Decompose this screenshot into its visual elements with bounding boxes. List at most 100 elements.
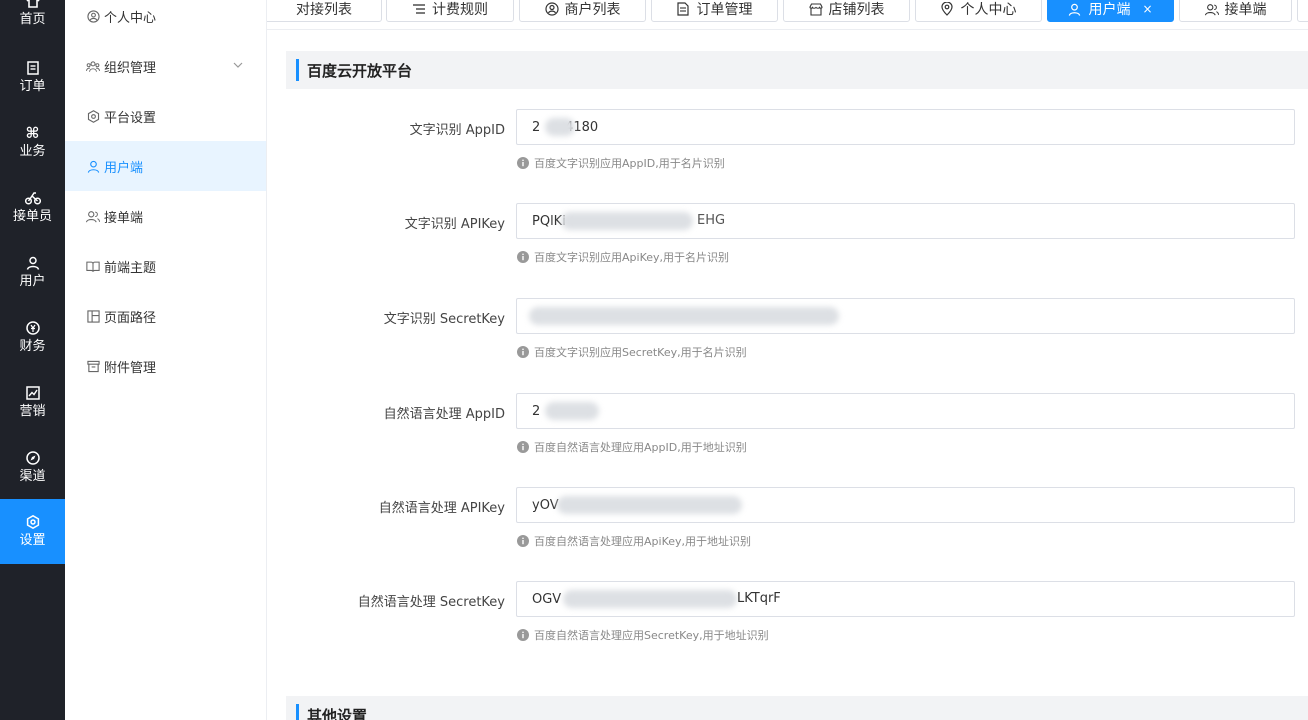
submenu-item-attachments[interactable]: 附件管理 xyxy=(65,341,266,391)
rail-item-finance[interactable]: 财务 xyxy=(0,305,65,370)
tab-integration-list[interactable]: 对接列表 xyxy=(267,0,382,22)
bike-icon xyxy=(24,190,41,206)
redaction-mask xyxy=(545,118,575,136)
field-label: 文字识别 AppID xyxy=(409,123,505,138)
user-circle-icon xyxy=(86,9,100,23)
rail-item-marketing[interactable]: 营销 xyxy=(0,370,65,435)
tab-label: 计费规则 xyxy=(432,2,488,18)
help-text: 百度自然语言处理应用SecretKey,用于地址识别 xyxy=(534,629,769,642)
field-help: 百度文字识别应用AppID,用于名片识别 xyxy=(517,155,725,171)
book-icon xyxy=(86,259,100,273)
home-icon xyxy=(25,0,41,9)
submenu-item-label: 附件管理 xyxy=(104,360,157,376)
finance-icon xyxy=(25,320,41,336)
redaction-mask xyxy=(545,402,599,420)
order-icon xyxy=(25,60,41,76)
rail-item-business[interactable]: ⌘ 业务 xyxy=(0,110,65,175)
rail-item-label: 渠道 xyxy=(19,469,46,484)
tab-billing-rules[interactable]: 计费规则 xyxy=(386,0,514,22)
info-icon xyxy=(517,535,529,547)
submenu-item-profile[interactable]: 个人中心 xyxy=(65,0,266,41)
tab-courier-client[interactable]: 接单端 xyxy=(1179,0,1292,22)
field-label: 自然语言处理 AppID xyxy=(383,407,505,422)
rail-item-label: 业务 xyxy=(19,144,46,159)
rail-item-settings[interactable]: 设置 xyxy=(0,499,65,564)
info-icon xyxy=(517,346,529,358)
tab-order-management[interactable]: 订单管理 xyxy=(651,0,778,22)
tab-overflow[interactable] xyxy=(1297,0,1308,22)
user-circle-icon xyxy=(544,2,559,16)
submenu-item-page-path[interactable]: 页面路径 xyxy=(65,291,266,341)
field-label: 文字识别 APIKey xyxy=(404,217,505,232)
tab-label: 商户列表 xyxy=(564,2,621,18)
info-icon xyxy=(517,251,529,263)
setting-hex-icon xyxy=(86,109,100,123)
submenu-item-platform-settings[interactable]: 平台设置 xyxy=(65,91,266,141)
field-label: 文字识别 SecretKey xyxy=(383,312,505,327)
tab-label: 接单端 xyxy=(1224,2,1267,18)
tab-bar: 对接列表 计费规则 商户列表 订单管理 店铺列表 个人中心 用户端 × 接单端 xyxy=(267,0,1308,30)
list-icon xyxy=(412,2,426,16)
user-icon xyxy=(1068,2,1082,16)
tab-user-client[interactable]: 用户端 × xyxy=(1047,0,1174,22)
close-icon[interactable]: × xyxy=(1142,2,1152,16)
chevron-down-icon[interactable] xyxy=(232,59,244,71)
primary-nav-rail: 首页 订单 ⌘ 业务 接单员 用户 财务 营销 渠道 设置 xyxy=(0,0,65,720)
tab-label: 订单管理 xyxy=(696,2,753,18)
rail-item-user[interactable]: 用户 xyxy=(0,240,65,305)
user-icon xyxy=(86,159,100,173)
secretkey-visible-suffix: LKTqrF xyxy=(737,591,781,606)
redaction-mask xyxy=(529,307,839,325)
field-help: 百度自然语言处理应用SecretKey,用于地址识别 xyxy=(517,627,769,643)
settings-icon xyxy=(25,514,41,530)
field-help: 百度自然语言处理应用ApiKey,用于地址识别 xyxy=(517,533,751,549)
help-text: 百度文字识别应用SecretKey,用于名片识别 xyxy=(534,346,747,359)
field-label: 自然语言处理 APIKey xyxy=(378,501,505,516)
settings-submenu: 个人中心 组织管理 平台设置 用户端 接单端 前端主题 页面路径 附件管理 xyxy=(65,0,267,720)
settings-form: 百度云开放平台 文字识别 AppID 百度文字识别应用AppID,用于名片识别 … xyxy=(267,30,1308,720)
rail-item-home[interactable]: 首页 xyxy=(0,0,65,43)
section-accent-bar xyxy=(296,704,299,720)
ocr-appid-input[interactable] xyxy=(516,109,1295,145)
submenu-item-organization[interactable]: 组织管理 xyxy=(65,41,266,91)
section-accent-bar xyxy=(296,59,299,81)
info-icon xyxy=(517,441,529,453)
section-title: 百度云开放平台 xyxy=(307,61,413,80)
submenu-item-label: 用户端 xyxy=(104,160,144,176)
submenu-item-courier-client[interactable]: 接单端 xyxy=(65,191,266,241)
team-icon xyxy=(86,59,100,73)
tab-store-list[interactable]: 店铺列表 xyxy=(783,0,910,22)
redaction-mask xyxy=(563,590,737,608)
rail-item-order[interactable]: 订单 xyxy=(0,45,65,110)
submenu-item-user-client[interactable]: 用户端 xyxy=(65,141,266,191)
rail-item-courier[interactable]: 接单员 xyxy=(0,175,65,240)
rail-item-label: 订单 xyxy=(19,79,46,94)
layout-icon xyxy=(86,309,100,323)
info-icon xyxy=(517,629,529,641)
nlp-appid-input[interactable] xyxy=(516,393,1295,429)
chart-icon xyxy=(25,385,41,401)
tab-label: 对接列表 xyxy=(296,2,352,18)
tab-profile[interactable]: 个人中心 xyxy=(915,0,1042,22)
field-help: 百度自然语言处理应用AppID,用于地址识别 xyxy=(517,439,747,455)
redaction-mask xyxy=(561,212,693,230)
rail-item-channel[interactable]: 渠道 xyxy=(0,435,65,500)
help-text: 百度自然语言处理应用ApiKey,用于地址识别 xyxy=(534,535,752,548)
submenu-item-frontend-theme[interactable]: 前端主题 xyxy=(65,241,266,291)
rail-item-label: 营销 xyxy=(19,404,46,419)
submenu-item-label: 组织管理 xyxy=(104,60,157,76)
submenu-item-label: 接单端 xyxy=(104,210,144,226)
rail-item-label: 接单员 xyxy=(12,209,52,224)
compass-icon xyxy=(25,450,41,466)
location-icon xyxy=(940,2,955,16)
section-header-other: 其他设置 xyxy=(286,696,1308,720)
user-icon xyxy=(25,255,41,271)
shop-icon xyxy=(808,2,823,16)
help-text: 百度文字识别应用ApiKey,用于名片识别 xyxy=(534,251,730,264)
field-help: 百度文字识别应用SecretKey,用于名片识别 xyxy=(517,344,747,360)
tab-merchant-list[interactable]: 商户列表 xyxy=(519,0,646,22)
document-icon xyxy=(676,2,691,16)
field-label: 自然语言处理 SecretKey xyxy=(357,595,505,610)
redaction-mask xyxy=(557,496,742,514)
user-group-icon xyxy=(86,209,100,223)
